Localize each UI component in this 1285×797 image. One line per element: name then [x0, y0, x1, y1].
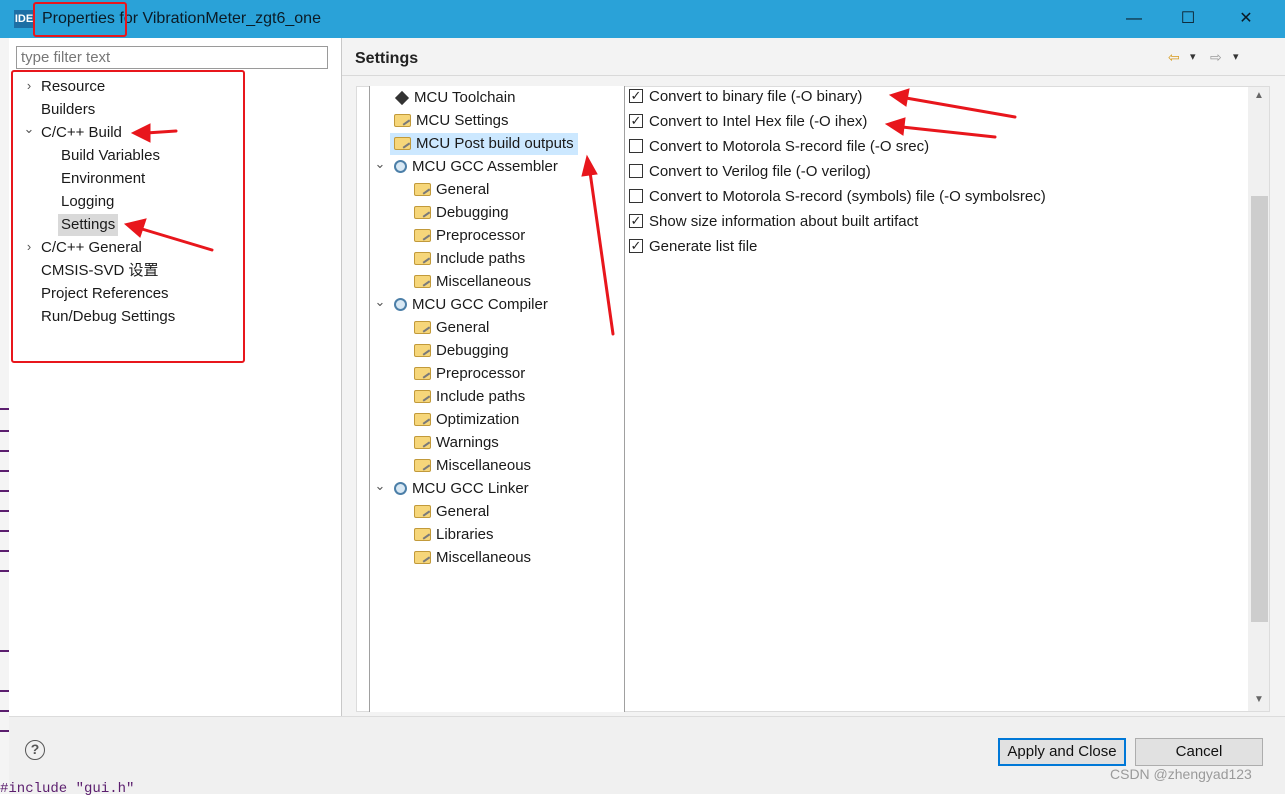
arrow-head — [884, 117, 906, 136]
arrow-shaft — [904, 96, 1017, 119]
arrow-shaft — [900, 125, 997, 139]
arrow-head — [581, 154, 598, 177]
arrow-shaft — [588, 170, 615, 336]
annotation-arrows — [123, 88, 1017, 336]
arrow-head — [130, 123, 151, 143]
arrow-shaft — [140, 227, 214, 252]
arrow-head — [123, 218, 147, 238]
arrow-head — [888, 88, 910, 107]
